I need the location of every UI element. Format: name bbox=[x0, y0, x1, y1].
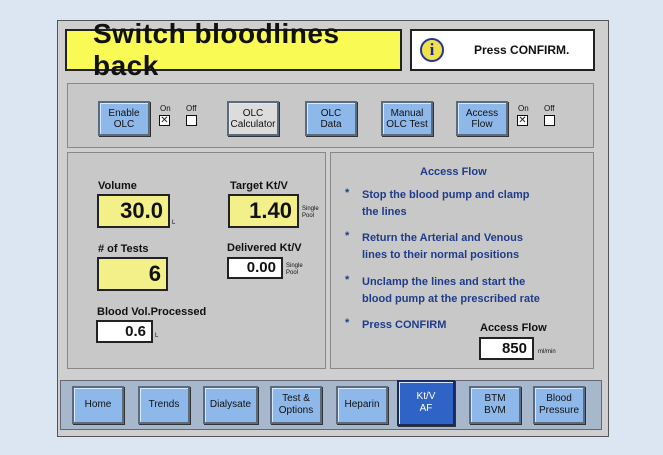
tab-blood-pressure[interactable]: Blood Pressure bbox=[533, 386, 585, 424]
enable-olc-off-label: Off bbox=[186, 104, 197, 113]
delivered-ktv-unit: Single Pool bbox=[286, 263, 303, 276]
enable-olc-on-label: On bbox=[160, 104, 171, 113]
access-flow-off-label: Off bbox=[544, 104, 555, 113]
tab-dialysate[interactable]: Dialysate bbox=[203, 386, 258, 424]
info-message-box: i Press CONFIRM. bbox=[410, 29, 595, 71]
instruction-step: Stop the blood pump and clamp the lines bbox=[362, 189, 530, 218]
info-icon: i bbox=[420, 38, 444, 62]
target-ktv-value[interactable]: 1.40 bbox=[228, 194, 299, 228]
tab-trends[interactable]: Trends bbox=[138, 386, 190, 424]
step-bullet: * bbox=[345, 230, 350, 242]
access-flow-value: 850 bbox=[479, 337, 534, 360]
enable-olc-button[interactable]: Enable OLC bbox=[98, 101, 150, 136]
access-flow-on-checkbox[interactable]: ✕ bbox=[517, 115, 528, 126]
volume-label: Volume bbox=[98, 180, 137, 192]
instruction-step: Press CONFIRM bbox=[362, 319, 447, 331]
blood-vol-unit: L bbox=[155, 333, 159, 339]
access-flow-unit: ml/min bbox=[538, 349, 556, 355]
step-bullet: * bbox=[345, 317, 350, 329]
access-flow-on-label: On bbox=[518, 104, 529, 113]
manual-olc-test-button[interactable]: Manual OLC Test bbox=[381, 101, 433, 136]
access-flow-off-checkbox[interactable] bbox=[544, 115, 555, 126]
tab-test-options[interactable]: Test & Options bbox=[270, 386, 322, 424]
access-flow-button[interactable]: Access Flow bbox=[456, 101, 508, 136]
delivered-ktv-value: 0.00 bbox=[227, 257, 283, 279]
info-message: Press CONFIRM. bbox=[474, 43, 570, 57]
step-bullet: * bbox=[345, 187, 350, 199]
instruction-step: Unclamp the lines and start the blood pu… bbox=[362, 276, 540, 305]
access-flow-title: Access Flow bbox=[420, 166, 487, 178]
tab-btm-bvm[interactable]: BTM BVM bbox=[469, 386, 521, 424]
olc-data-button[interactable]: OLC Data bbox=[305, 101, 357, 136]
step-bullet: * bbox=[345, 274, 350, 286]
instruction-step: Return the Arterial and Venous lines to … bbox=[362, 232, 523, 261]
access-flow-value-label: Access Flow bbox=[480, 322, 547, 334]
olc-calculator-button[interactable]: OLC Calculator bbox=[227, 101, 279, 136]
tests-value[interactable]: 6 bbox=[97, 257, 168, 291]
volume-unit: L bbox=[172, 220, 176, 226]
volume-value[interactable]: 30.0 bbox=[97, 194, 170, 228]
tab-home[interactable]: Home bbox=[72, 386, 124, 424]
enable-olc-on-checkbox[interactable]: ✕ bbox=[159, 115, 170, 126]
enable-olc-off-checkbox[interactable] bbox=[186, 115, 197, 126]
tab-heparin[interactable]: Heparin bbox=[336, 386, 388, 424]
tab-ktv-af[interactable]: Kt/V AF bbox=[397, 380, 455, 426]
delivered-ktv-label: Delivered Kt/V bbox=[227, 242, 302, 254]
target-ktv-unit: Single Pool bbox=[302, 206, 319, 219]
screen-title: Switch bloodlines back bbox=[65, 18, 402, 81]
blood-vol-value: 0.6 bbox=[96, 320, 153, 343]
target-ktv-label: Target Kt/V bbox=[230, 180, 288, 192]
blood-vol-label: Blood Vol.Processed bbox=[97, 306, 207, 318]
tests-label: # of Tests bbox=[98, 243, 149, 255]
